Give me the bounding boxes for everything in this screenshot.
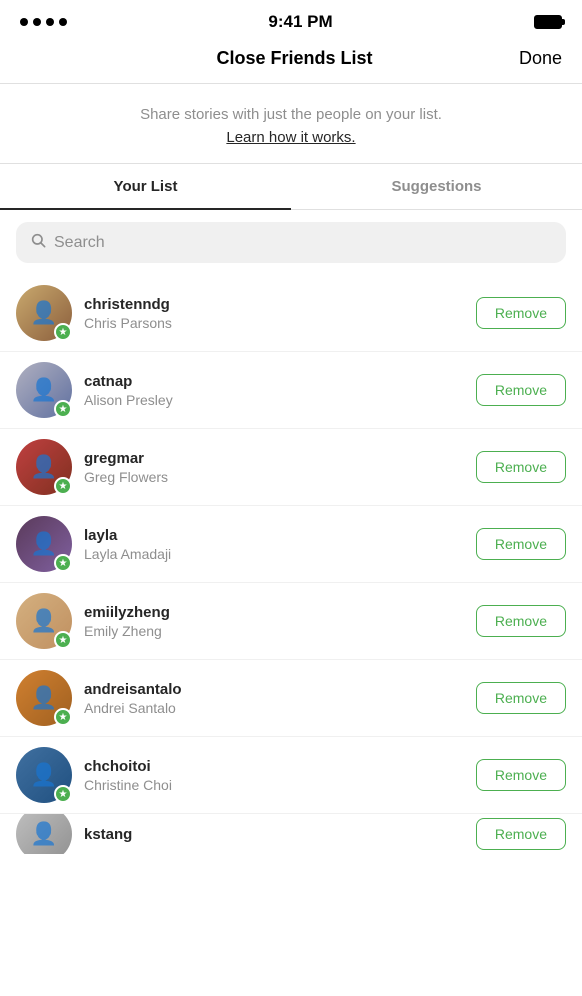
- remove-button[interactable]: Remove: [476, 297, 566, 329]
- friend-username: layla: [84, 527, 464, 544]
- battery-icon: [534, 15, 562, 29]
- avatar: 👤: [16, 814, 72, 854]
- avatar-wrapper: 👤: [16, 814, 72, 854]
- close-friends-badge: ★: [54, 631, 72, 649]
- friend-info: gregmar Greg Flowers: [84, 450, 464, 485]
- avatar-wrapper: 👤 ★: [16, 516, 72, 572]
- remove-button[interactable]: Remove: [476, 759, 566, 791]
- friend-username: andreisantalo: [84, 681, 464, 698]
- close-friends-badge: ★: [54, 323, 72, 341]
- list-item: 👤 ★ layla Layla Amadaji Remove: [0, 506, 582, 583]
- friend-name: Greg Flowers: [84, 469, 464, 485]
- search-container: Search: [0, 210, 582, 275]
- friend-username: christenndg: [84, 296, 464, 313]
- search-icon: [30, 232, 46, 253]
- friend-name: Emily Zheng: [84, 623, 464, 639]
- friend-username: catnap: [84, 373, 464, 390]
- remove-button[interactable]: Remove: [476, 528, 566, 560]
- list-item: 👤 ★ catnap Alison Presley Remove: [0, 352, 582, 429]
- info-description: Share stories with just the people on yo…: [30, 104, 552, 125]
- dot-3: [46, 18, 54, 26]
- list-item: 👤 ★ gregmar Greg Flowers Remove: [0, 429, 582, 506]
- close-friends-badge: ★: [54, 477, 72, 495]
- dot-1: [20, 18, 28, 26]
- avatar-wrapper: 👤 ★: [16, 670, 72, 726]
- close-friends-badge: ★: [54, 785, 72, 803]
- dot-4: [59, 18, 67, 26]
- friend-info: kstang: [84, 826, 464, 843]
- remove-button[interactable]: Remove: [476, 818, 566, 850]
- dot-2: [33, 18, 41, 26]
- star-icon: ★: [59, 481, 68, 492]
- friend-name: Chris Parsons: [84, 315, 464, 331]
- friend-info: catnap Alison Presley: [84, 373, 464, 408]
- status-bar: 9:41 PM: [0, 0, 582, 40]
- remove-button[interactable]: Remove: [476, 605, 566, 637]
- avatar-wrapper: 👤 ★: [16, 593, 72, 649]
- friend-username: kstang: [84, 826, 464, 843]
- friend-info: christenndg Chris Parsons: [84, 296, 464, 331]
- friends-list: 👤 ★ christenndg Chris Parsons Remove 👤 ★…: [0, 275, 582, 854]
- friend-name: Andrei Santalo: [84, 700, 464, 716]
- avatar-wrapper: 👤 ★: [16, 362, 72, 418]
- friend-name: Christine Choi: [84, 777, 464, 793]
- remove-button[interactable]: Remove: [476, 682, 566, 714]
- avatar-wrapper: 👤 ★: [16, 285, 72, 341]
- friend-username: chchoitoi: [84, 758, 464, 775]
- list-item: 👤 ★ andreisantalo Andrei Santalo Remove: [0, 660, 582, 737]
- close-friends-badge: ★: [54, 554, 72, 572]
- info-section: Share stories with just the people on yo…: [0, 84, 582, 164]
- signal-dots: [20, 18, 67, 26]
- learn-how-link[interactable]: Learn how it works.: [226, 129, 355, 146]
- list-item: 👤 ★ emiilyzheng Emily Zheng Remove: [0, 583, 582, 660]
- star-icon: ★: [59, 404, 68, 415]
- search-placeholder: Search: [54, 234, 105, 252]
- tab-your-list[interactable]: Your List: [0, 164, 291, 209]
- star-icon: ★: [59, 558, 68, 569]
- tabs-container: Your List Suggestions: [0, 164, 582, 210]
- friend-username: emiilyzheng: [84, 604, 464, 621]
- friend-info: andreisantalo Andrei Santalo: [84, 681, 464, 716]
- close-friends-badge: ★: [54, 400, 72, 418]
- done-button[interactable]: Done: [519, 48, 562, 69]
- search-box[interactable]: Search: [16, 222, 566, 263]
- friend-info: layla Layla Amadaji: [84, 527, 464, 562]
- page-title: Close Friends List: [216, 48, 372, 69]
- list-item: 👤 ★ christenndg Chris Parsons Remove: [0, 275, 582, 352]
- tab-suggestions[interactable]: Suggestions: [291, 164, 582, 209]
- friend-username: gregmar: [84, 450, 464, 467]
- star-icon: ★: [59, 327, 68, 338]
- star-icon: ★: [59, 789, 68, 800]
- star-icon: ★: [59, 712, 68, 723]
- list-item: 👤 kstang Remove: [0, 814, 582, 854]
- avatar-wrapper: 👤 ★: [16, 439, 72, 495]
- avatar-wrapper: 👤 ★: [16, 747, 72, 803]
- header: Close Friends List Done: [0, 40, 582, 84]
- friend-info: emiilyzheng Emily Zheng: [84, 604, 464, 639]
- remove-button[interactable]: Remove: [476, 451, 566, 483]
- friend-name: Layla Amadaji: [84, 546, 464, 562]
- star-icon: ★: [59, 635, 68, 646]
- remove-button[interactable]: Remove: [476, 374, 566, 406]
- list-item: 👤 ★ chchoitoi Christine Choi Remove: [0, 737, 582, 814]
- status-time: 9:41 PM: [268, 12, 332, 32]
- close-friends-badge: ★: [54, 708, 72, 726]
- friend-info: chchoitoi Christine Choi: [84, 758, 464, 793]
- friend-name: Alison Presley: [84, 392, 464, 408]
